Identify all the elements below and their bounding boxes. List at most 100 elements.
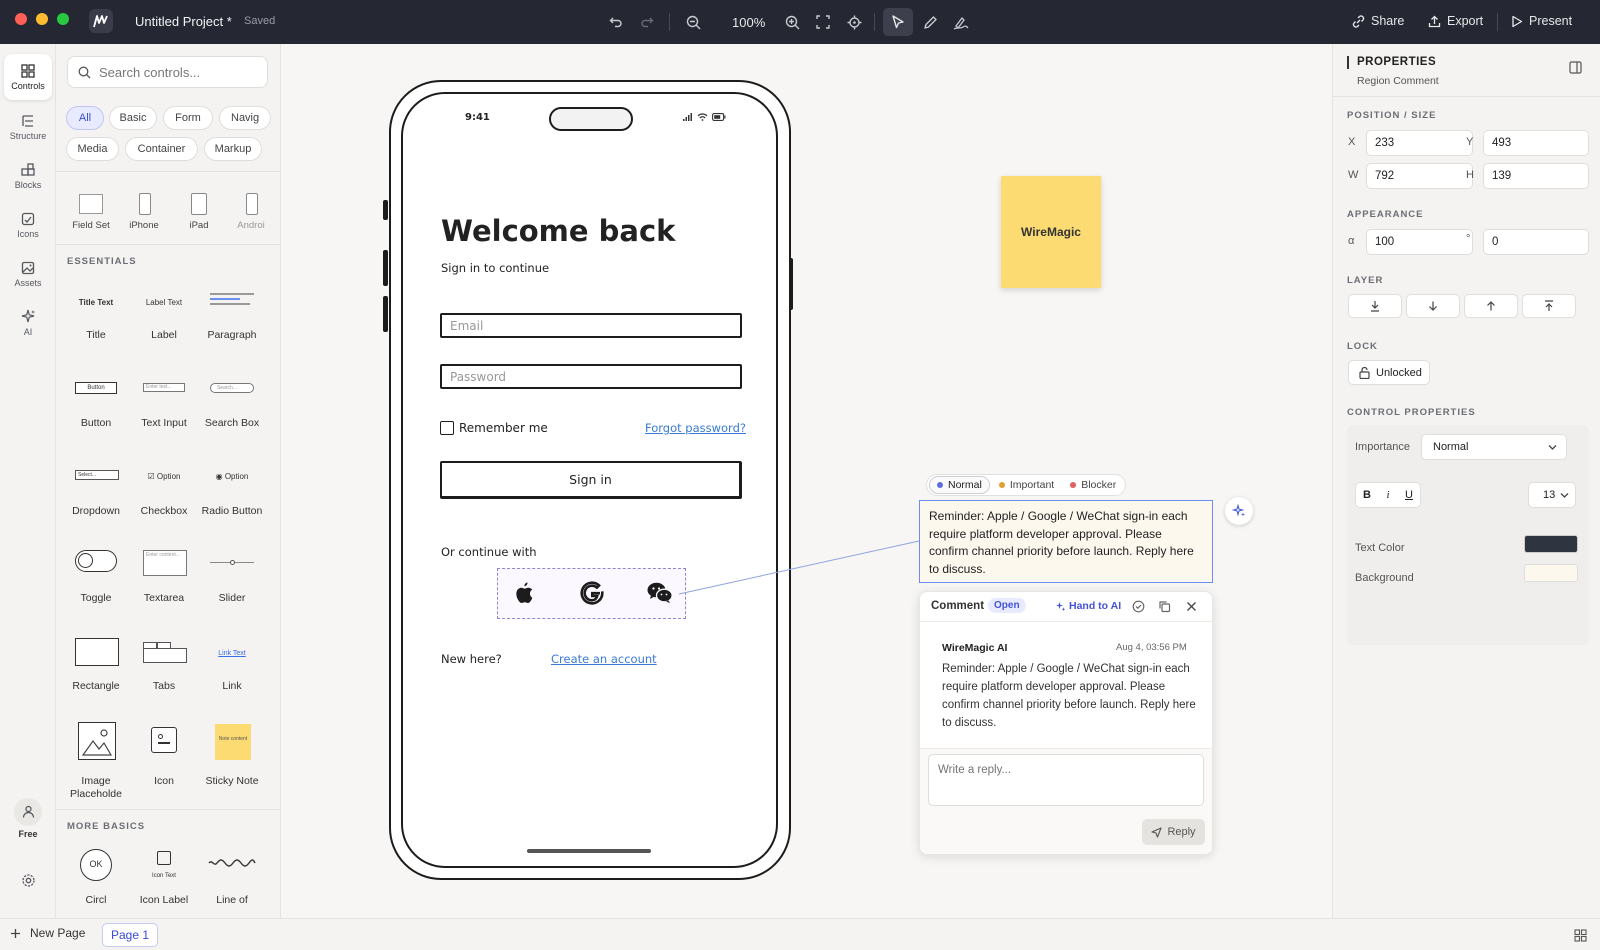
resolve-check-icon[interactable] — [1132, 600, 1145, 613]
app-logo-icon[interactable] — [89, 9, 113, 33]
control-slider[interactable]: Slider — [198, 550, 266, 610]
pen-tool-icon[interactable] — [919, 11, 941, 33]
rail-item-icons[interactable]: Icons — [4, 202, 52, 248]
control-label: Dropdown — [72, 505, 120, 517]
send-backward-button[interactable] — [1406, 294, 1460, 318]
copy-icon[interactable] — [1158, 600, 1171, 613]
hand-to-ai-button[interactable]: Hand to AI — [1055, 600, 1121, 612]
undo-icon[interactable] — [605, 11, 627, 33]
controls-panel: All Basic Form Navig Media Container Mar… — [56, 44, 281, 918]
importance-select[interactable]: Normal — [1421, 434, 1567, 460]
control-paragraph[interactable]: Paragraph — [198, 293, 266, 344]
filter-chip-container[interactable]: Container — [125, 137, 198, 161]
rotation-input[interactable]: 0 — [1483, 229, 1589, 255]
control-circle[interactable]: OK Circl — [62, 849, 130, 918]
settings-button[interactable] — [4, 857, 52, 903]
close-icon[interactable] — [1186, 601, 1197, 612]
filter-chip-basic[interactable]: Basic — [109, 106, 157, 130]
design-canvas[interactable]: 9:41 Welcome back Sign in to continue Em… — [281, 44, 1332, 918]
control-icon[interactable]: Icon — [130, 722, 198, 794]
control-toggle[interactable]: Toggle — [62, 550, 130, 610]
control-checkbox[interactable]: ☑ Option Checkbox — [130, 470, 198, 530]
rail-item-structure[interactable]: Structure — [4, 104, 52, 150]
reply-button[interactable]: Reply — [1142, 819, 1205, 845]
font-size-select[interactable]: 13 — [1528, 482, 1576, 508]
present-button[interactable]: Present — [1511, 14, 1572, 28]
zoom-in-icon[interactable] — [781, 11, 803, 33]
filter-chip-form[interactable]: Form — [163, 106, 213, 130]
bring-forward-button[interactable] — [1464, 294, 1518, 318]
zoom-out-icon[interactable] — [682, 11, 704, 33]
properties-title: PROPERTIES — [1357, 56, 1437, 68]
account-button[interactable]: Free — [4, 790, 52, 846]
essentials-section-title: ESSENTIALS — [67, 256, 137, 267]
filter-chip-all[interactable]: All — [66, 106, 104, 130]
position-size-title: POSITION / SIZE — [1347, 110, 1437, 121]
y-input[interactable]: 493 — [1483, 130, 1589, 156]
reply-input[interactable] — [928, 754, 1204, 806]
filter-chip-media[interactable]: Media — [66, 137, 119, 161]
rail-item-ai[interactable]: AI — [4, 300, 52, 346]
font-size-value: 13 — [1543, 489, 1556, 501]
filter-chip-markup[interactable]: Markup — [204, 137, 262, 161]
minimize-window-button[interactable] — [36, 13, 48, 25]
new-page-button[interactable]: New Page — [10, 926, 85, 940]
priority-important[interactable]: Important — [992, 477, 1061, 493]
send-to-back-button[interactable] — [1348, 294, 1402, 318]
background-color-swatch[interactable] — [1524, 564, 1578, 582]
collapse-panel-icon[interactable] — [1569, 61, 1582, 74]
redo-icon[interactable] — [636, 11, 658, 33]
bold-button[interactable]: B — [1356, 489, 1378, 501]
page-tab-1[interactable]: Page 1 — [102, 923, 158, 947]
filter-chip-navigation[interactable]: Navig — [219, 106, 271, 130]
search-controls-input[interactable] — [99, 64, 249, 80]
control-line-of-text[interactable]: Line of — [198, 849, 266, 918]
x-input[interactable]: 233 — [1366, 130, 1473, 156]
ai-assist-button[interactable] — [1225, 497, 1253, 525]
height-input[interactable]: 139 — [1483, 163, 1589, 189]
select-tool-icon[interactable] — [883, 8, 913, 36]
italic-button[interactable]: i — [1378, 489, 1398, 501]
bring-to-front-button[interactable] — [1522, 294, 1576, 318]
focus-target-icon[interactable] — [843, 11, 865, 33]
project-title[interactable]: Untitled Project * — [135, 14, 232, 29]
maximize-window-button[interactable] — [57, 13, 69, 25]
control-image-placeholder[interactable]: Image Placeholde — [62, 722, 130, 800]
control-icon-label[interactable]: Icon Text Icon Label — [130, 849, 198, 918]
text-color-swatch[interactable] — [1524, 535, 1578, 553]
export-button[interactable]: Export — [1428, 14, 1483, 28]
opacity-input[interactable]: 100 — [1366, 229, 1473, 255]
width-input[interactable]: 792 — [1366, 163, 1473, 189]
rail-label: Blocks — [14, 179, 42, 190]
draw-tool-icon[interactable] — [950, 11, 972, 33]
zoom-level[interactable]: 100% — [732, 15, 765, 30]
control-search-box[interactable]: Search... Search Box — [198, 382, 266, 442]
control-link[interactable]: Link Text Link — [198, 638, 266, 698]
close-window-button[interactable] — [15, 13, 27, 25]
control-button[interactable]: Button Button — [62, 382, 130, 442]
plan-label: Free — [18, 828, 38, 839]
priority-normal[interactable]: Normal — [929, 476, 990, 494]
rail-item-blocks[interactable]: Blocks — [4, 153, 52, 199]
region-comment-note[interactable]: Reminder: Apple / Google / WeChat sign-i… — [919, 500, 1213, 583]
control-text-input[interactable]: Enter text... Text Input — [130, 382, 198, 442]
share-button[interactable]: Share — [1352, 14, 1404, 28]
rail-item-assets[interactable]: Assets — [4, 251, 52, 297]
control-textarea[interactable]: Enter content... Textarea — [130, 550, 198, 610]
control-dropdown[interactable]: Select... Dropdown — [62, 470, 130, 530]
fit-screen-icon[interactable] — [812, 11, 834, 33]
pages-bar: New Page Page 1 — [0, 918, 1600, 950]
control-sticky-note[interactable]: Note content Sticky Note — [198, 722, 266, 794]
sticky-note[interactable]: WireMagic — [1001, 176, 1101, 288]
control-tabs[interactable]: Tabs — [130, 638, 198, 698]
priority-blocker[interactable]: Blocker — [1063, 477, 1123, 493]
control-title[interactable]: Title Text Title — [62, 294, 130, 344]
underline-button[interactable]: U — [1398, 489, 1420, 501]
control-label-item[interactable]: Label Text Label — [130, 294, 198, 344]
control-rectangle[interactable]: Rectangle — [62, 638, 130, 698]
rail-item-controls[interactable]: Controls — [4, 54, 52, 100]
lock-toggle[interactable]: Unlocked — [1348, 360, 1430, 385]
appearance-title: APPEARANCE — [1347, 209, 1424, 220]
page-grid-icon[interactable] — [1574, 929, 1587, 942]
control-radio-button[interactable]: ◉ Option Radio Button — [198, 470, 266, 530]
